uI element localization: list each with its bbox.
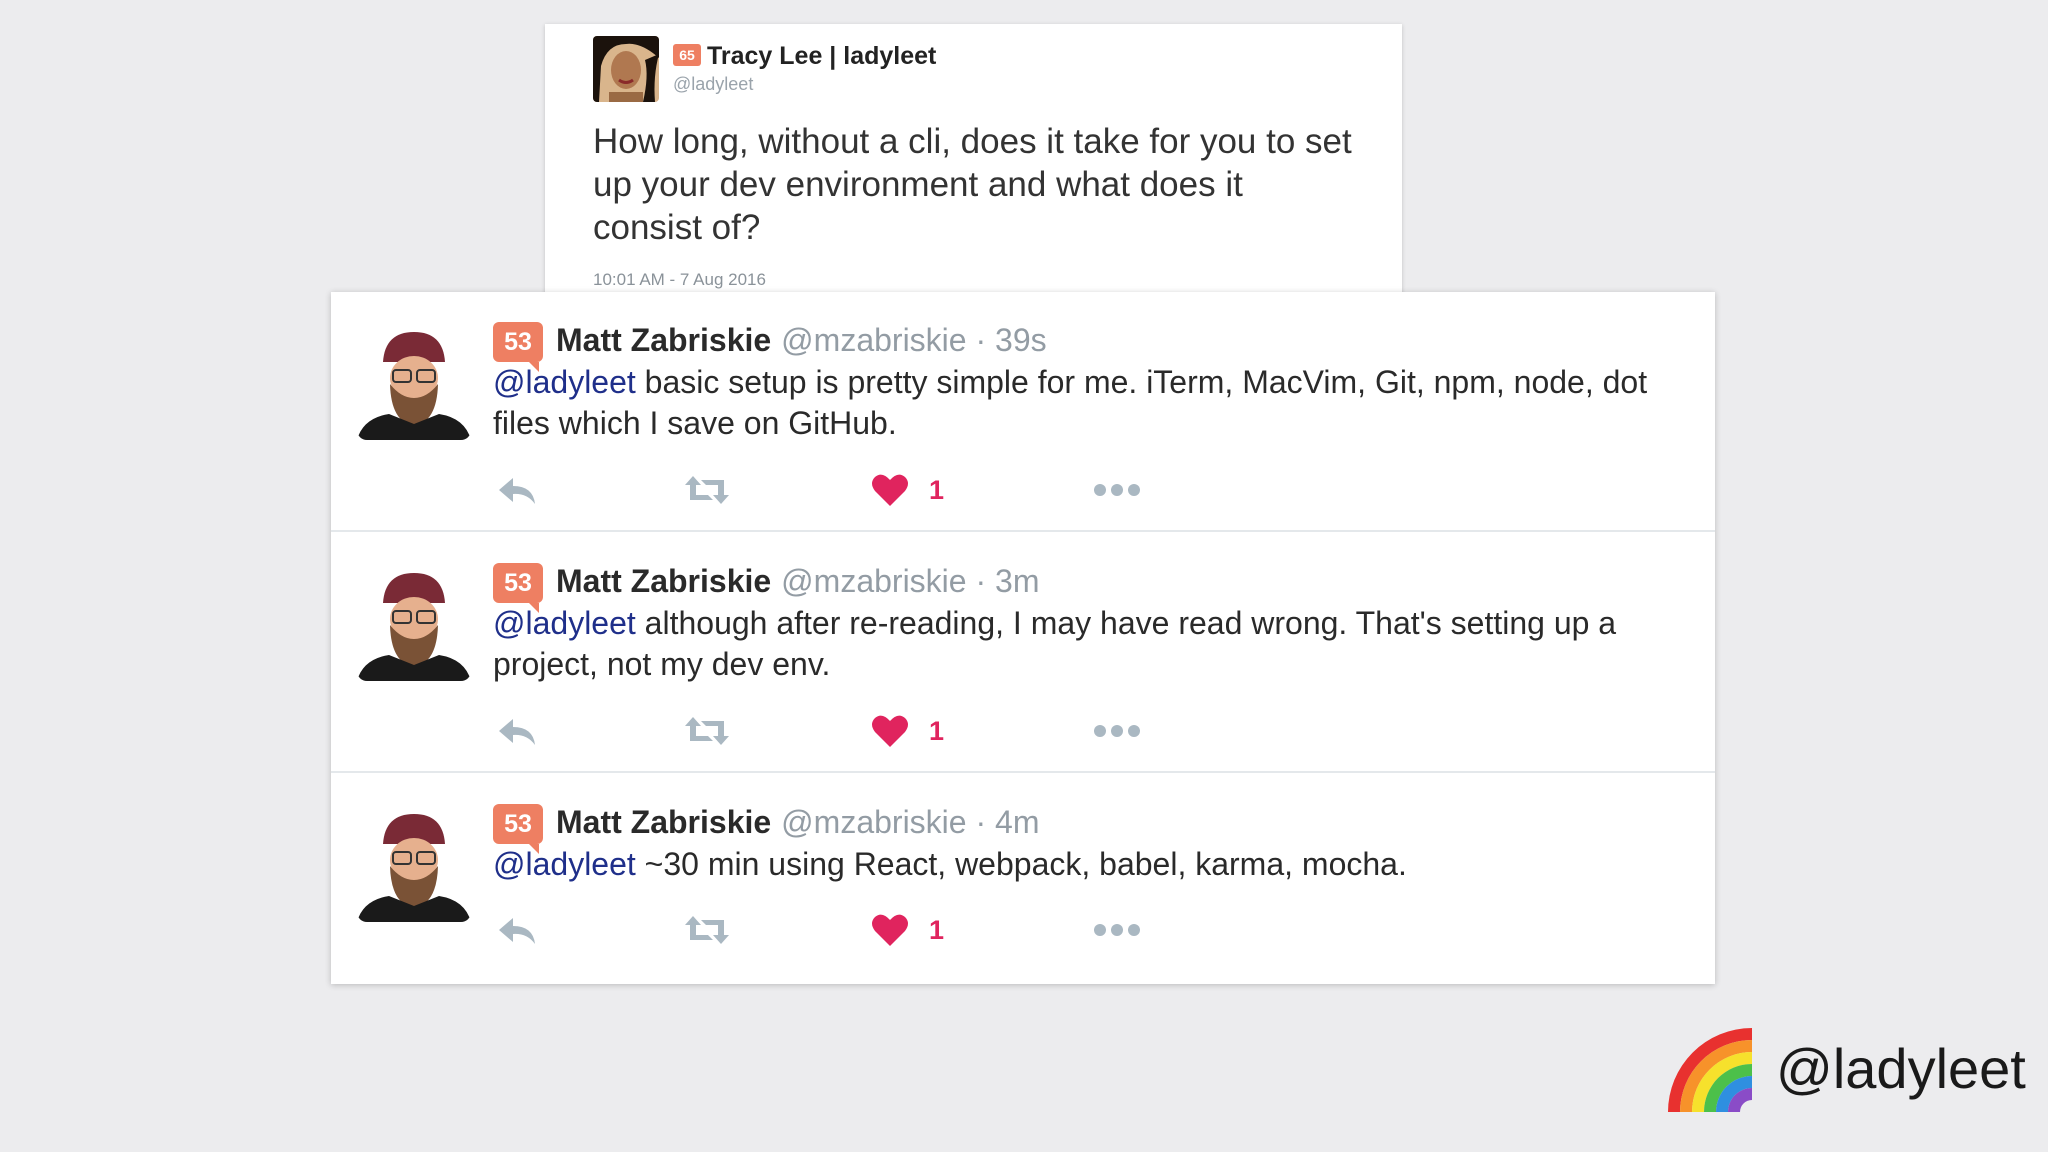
more-icon[interactable] xyxy=(1093,711,1141,751)
badge: 53 xyxy=(493,804,543,854)
reply-body: although after re-reading, I may have re… xyxy=(493,605,1617,682)
reply-item: 53 Matt Zabriskie @mzabriskie · 39s @lady… xyxy=(331,292,1715,532)
like-count: 1 xyxy=(929,715,945,746)
reply-body: ~30 min using React, webpack, babel, kar… xyxy=(635,846,1407,882)
like-button[interactable]: 1 xyxy=(871,470,944,510)
author-line: Matt Zabriskie @mzabriskie · 4m xyxy=(556,800,1039,844)
author-meta[interactable]: @mzabriskie · 39s xyxy=(781,322,1046,358)
reply-icon[interactable] xyxy=(497,910,537,950)
like-button[interactable]: 1 xyxy=(871,711,944,751)
orig-handle[interactable]: @ladyleet xyxy=(673,74,753,95)
original-tweet-card: 65 Tracy Lee | ladyleet @ladyleet How lo… xyxy=(545,24,1402,324)
like-button[interactable]: 1 xyxy=(871,910,944,950)
tweet-actions: 1 xyxy=(493,910,1293,950)
retweet-icon[interactable] xyxy=(683,470,731,510)
reply-icon[interactable] xyxy=(497,470,537,510)
rainbow-icon xyxy=(1668,1028,1752,1112)
avatar[interactable] xyxy=(357,326,471,440)
brand-signature: @ladyleet xyxy=(1664,1018,2026,1118)
orig-timestamp[interactable]: 10:01 AM - 7 Aug 2016 xyxy=(593,270,766,290)
author-name[interactable]: Matt Zabriskie xyxy=(556,563,771,599)
orig-tweet-text: How long, without a cli, does it take fo… xyxy=(593,122,1352,247)
heart-icon xyxy=(872,914,908,946)
like-count: 1 xyxy=(929,914,945,945)
tweet-actions: 1 xyxy=(493,470,1293,510)
author-line: Matt Zabriskie @mzabriskie · 39s xyxy=(556,318,1047,362)
more-icon[interactable] xyxy=(1093,470,1141,510)
author-line: Matt Zabriskie @mzabriskie · 3m xyxy=(556,559,1039,603)
replies-card: 53 Matt Zabriskie @mzabriskie · 39s @lady… xyxy=(331,292,1715,984)
author-meta[interactable]: @mzabriskie · 3m xyxy=(781,563,1039,599)
reply-text: @ladyleet ~30 min using React, webpack, … xyxy=(493,844,1673,885)
author-name[interactable]: Matt Zabriskie xyxy=(556,322,771,358)
author-name[interactable]: Matt Zabriskie xyxy=(556,804,771,840)
reply-item: 53 Matt Zabriskie @mzabriskie · 4m @ladyl… xyxy=(331,774,1715,984)
retweet-icon[interactable] xyxy=(683,711,731,751)
tracy-avatar[interactable] xyxy=(593,36,659,102)
reply-text: @ladyleet basic setup is pretty simple f… xyxy=(493,362,1673,444)
badge: 53 xyxy=(493,322,543,372)
brand-handle: @ladyleet xyxy=(1776,1037,2026,1100)
heart-icon xyxy=(872,474,908,506)
mention-link[interactable]: @ladyleet xyxy=(493,846,636,882)
reply-item: 53 Matt Zabriskie @mzabriskie · 3m @ladyl… xyxy=(331,533,1715,773)
reply-body: basic setup is pretty simple for me. iTe… xyxy=(493,364,1648,441)
reply-icon[interactable] xyxy=(497,711,537,751)
orig-badge: 65 xyxy=(673,44,701,66)
author-meta[interactable]: @mzabriskie · 4m xyxy=(781,804,1039,840)
badge: 53 xyxy=(493,563,543,613)
orig-author-name[interactable]: Tracy Lee | ladyleet xyxy=(707,42,936,71)
mention-link[interactable]: @ladyleet xyxy=(493,364,636,400)
mention-link[interactable]: @ladyleet xyxy=(493,605,636,641)
more-icon[interactable] xyxy=(1093,910,1141,950)
retweet-icon[interactable] xyxy=(683,910,731,950)
avatar[interactable] xyxy=(357,567,471,681)
heart-icon xyxy=(872,715,908,747)
tweet-actions: 1 xyxy=(493,711,1293,751)
like-count: 1 xyxy=(929,474,945,505)
avatar[interactable] xyxy=(357,808,471,922)
reply-text: @ladyleet although after re-reading, I m… xyxy=(493,603,1673,685)
